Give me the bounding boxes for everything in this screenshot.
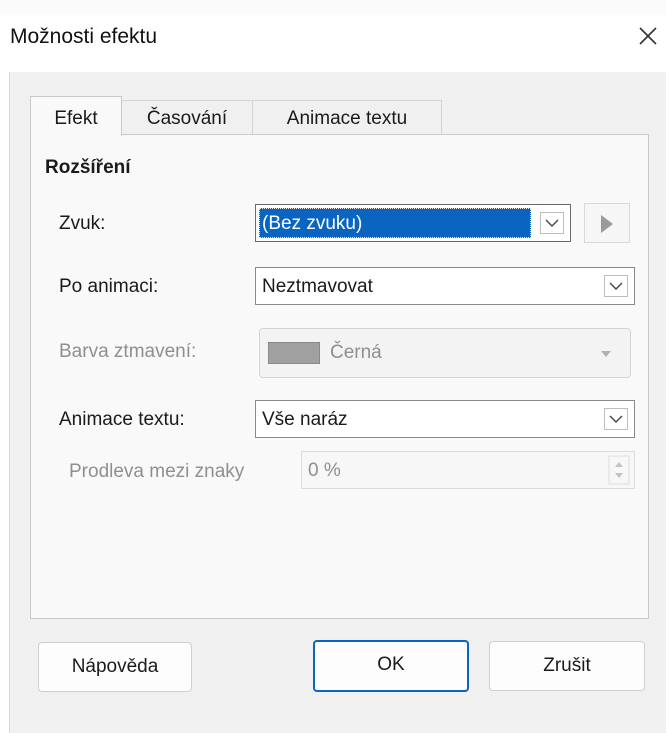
tab-efekt-label: Efekt — [54, 108, 98, 129]
tab-animace-textu[interactable]: Animace textu — [252, 100, 442, 135]
tab-animace-textu-label: Animace textu — [286, 108, 408, 129]
chevron-down-icon — [609, 282, 623, 290]
after-animation-dropdown[interactable]: Neztmavovat — [255, 267, 635, 305]
after-animation-value: Neztmavovat — [262, 276, 373, 297]
delay-spinner: 0 % — [301, 451, 635, 489]
after-animation-dropdown-toggle[interactable] — [604, 275, 628, 297]
animate-text-dropdown-toggle[interactable] — [604, 408, 628, 430]
ok-button[interactable]: OK — [313, 640, 469, 692]
sound-value: (Bez zvuku) — [262, 213, 363, 234]
ok-button-label: OK — [377, 654, 405, 675]
play-icon — [601, 215, 613, 233]
dim-color-label: Barva ztmavení: — [59, 341, 197, 362]
cancel-button[interactable]: Zrušit — [489, 641, 645, 691]
tab-casovani[interactable]: Časování — [121, 100, 253, 135]
tab-casovani-label: Časování — [146, 108, 228, 129]
dialog-body: Efekt Časování Animace textu Rozšíření Z… — [9, 72, 666, 733]
tab-efekt[interactable]: Efekt — [30, 96, 122, 136]
spinner-up-down-icon — [608, 455, 630, 485]
sound-dropdown-toggle[interactable] — [540, 212, 564, 234]
color-swatch — [268, 342, 320, 364]
tab-panel-efekt: Rozšíření Zvuk: (Bez zvuku) Po animaci: … — [30, 134, 649, 619]
section-title: Rozšíření — [45, 157, 131, 178]
help-button[interactable]: Nápověda — [38, 642, 192, 692]
animate-text-label: Animace textu: — [59, 409, 185, 430]
after-animation-label: Po animaci: — [59, 276, 159, 297]
top-strip — [0, 0, 666, 14]
animate-text-value: Vše naráz — [262, 409, 348, 430]
sound-label: Zvuk: — [59, 213, 106, 234]
sound-dropdown[interactable]: (Bez zvuku) — [255, 204, 571, 242]
caret-down-icon — [601, 351, 611, 357]
dim-color-dropdown: Černá — [259, 328, 631, 378]
delay-value: 0 % — [308, 460, 341, 481]
dialog-title: Možnosti efektu — [10, 25, 158, 48]
close-button[interactable] — [630, 19, 666, 55]
chevron-down-icon — [609, 415, 623, 423]
cancel-button-label: Zrušit — [543, 655, 591, 676]
play-sound-button[interactable] — [584, 203, 630, 243]
animate-text-dropdown[interactable]: Vše naráz — [255, 400, 635, 438]
chevron-down-icon — [545, 219, 559, 227]
help-button-label: Nápověda — [71, 656, 159, 677]
delay-label: Prodleva mezi znaky — [69, 461, 245, 482]
dim-color-value: Černá — [330, 342, 382, 363]
close-icon — [639, 27, 657, 45]
spinner-arrows — [608, 455, 630, 485]
